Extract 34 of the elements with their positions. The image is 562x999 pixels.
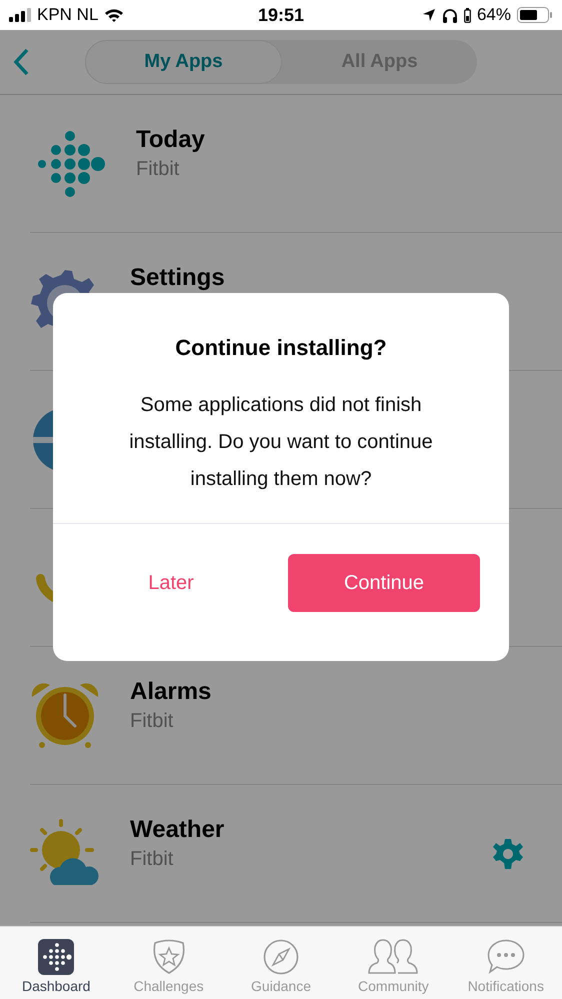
location-icon [422,8,436,22]
tab-bar-item[interactable]: Dashboard [0,927,112,999]
tab-bar-item[interactable]: Challenges [112,927,225,999]
app-name: Alarms [130,678,212,706]
dialog-title: Continue installing? [175,335,387,361]
app-developer: Fitbit [136,158,180,180]
tab-bar-item[interactable]: Guidance [224,927,338,999]
app-name: Weather [130,816,226,844]
app-name: Today [136,126,206,154]
headphones-icon [442,8,458,22]
speech-bubble-icon [486,939,525,975]
dialog-message: Some applications did not finish installing. Do you want to continue installing them now? [128,393,434,492]
wifi-icon [104,8,124,22]
later-button[interactable]: Later [82,554,260,612]
dashboard-icon [38,939,74,975]
continue-button[interactable]: Continue [288,554,480,612]
back-icon[interactable] [13,48,29,76]
battery-percent: 64% [476,5,511,25]
clock-time: 19:51 [258,4,304,26]
app-name: Settings [130,264,226,292]
apps-tab[interactable]: My Apps [85,40,282,84]
people-icon [367,939,420,975]
signal-icon [9,8,31,22]
app-developer: Fitbit [130,710,174,732]
settings-icon[interactable] [492,838,524,870]
star-shield-icon [150,939,187,975]
small-battery-icon [464,8,471,22]
alarm-clock-icon [30,680,100,750]
battery-icon [516,7,553,23]
compass-icon [263,939,300,975]
tab-bar-item[interactable]: Community [337,927,450,999]
carrier-name: KPN NL [37,5,98,25]
tab-bar-item[interactable]: Notifications [450,927,562,999]
app-developer: Fitbit [130,848,174,870]
